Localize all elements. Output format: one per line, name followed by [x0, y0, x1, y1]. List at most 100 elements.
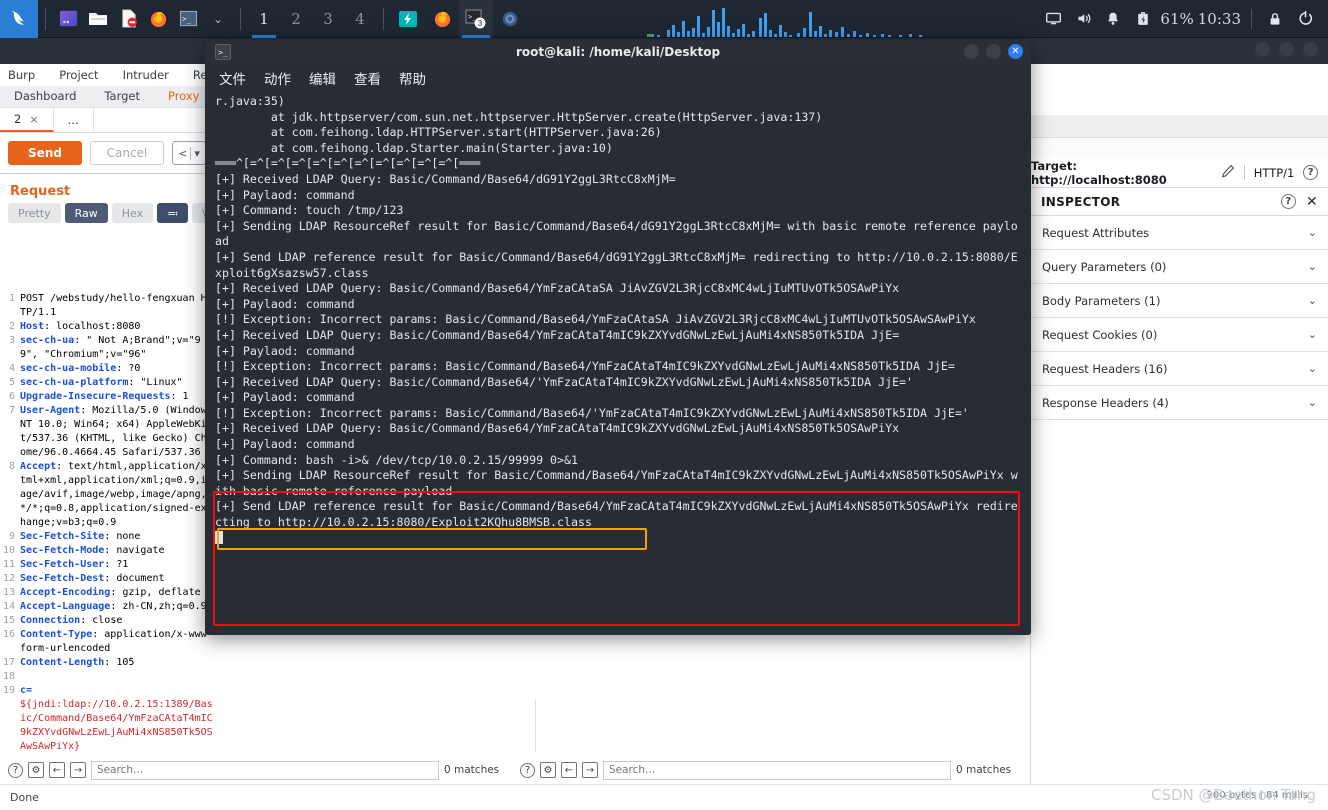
- wordwrap-toggle-icon[interactable]: ≕: [157, 203, 189, 223]
- chevron-down-icon[interactable]: ⌄: [1308, 226, 1317, 239]
- inspector-target-divider: [1243, 165, 1245, 180]
- chevron-down-icon[interactable]: ⌄: [1308, 396, 1317, 409]
- tab-target[interactable]: Target: [90, 86, 154, 107]
- send-button[interactable]: Send: [8, 141, 82, 165]
- inspector-row-body-parameters[interactable]: Body Parameters (1) ⌄: [1031, 284, 1328, 318]
- tab-raw[interactable]: Raw: [64, 203, 108, 223]
- search-input[interactable]: [603, 760, 951, 780]
- terminal-line: [+] Received LDAP Query: Basic/Command/B…: [215, 281, 900, 296]
- tab-hex[interactable]: Hex: [111, 203, 154, 223]
- line-text: Accept: text/html,application/xhtml+xml,…: [20, 461, 213, 528]
- launcher-file-manager-icon[interactable]: [83, 0, 113, 38]
- terminal-menu-view[interactable]: 查看: [354, 68, 381, 88]
- chevron-down-icon[interactable]: ⌄: [1308, 294, 1317, 307]
- workspace-4[interactable]: 4: [344, 0, 376, 38]
- workspace-1[interactable]: 1: [248, 0, 280, 38]
- request-line: 1 POST /webstudy/hello-fengxuan HTTP/1.1: [0, 292, 215, 320]
- clock[interactable]: 10:33: [1196, 10, 1243, 28]
- terminal-menu-file[interactable]: 文件: [219, 68, 246, 88]
- request-raw-text[interactable]: 1 POST /webstudy/hello-fengxuan HTTP/1.1 2…: [0, 292, 215, 752]
- inspector-close-icon[interactable]: ✕: [1306, 194, 1318, 210]
- request-line: 18: [0, 670, 215, 684]
- lock-icon[interactable]: [1260, 0, 1290, 38]
- request-line: 3 sec-ch-ua: " Not A;Brand";v="99", "Chro…: [0, 334, 215, 362]
- kali-menu-button[interactable]: [0, 0, 38, 38]
- taskbar: ▪▪ >_ ⌄ 1 2 3 4 >_ 3 61% 10:33: [0, 0, 1328, 38]
- pencil-icon[interactable]: [1221, 164, 1235, 181]
- task-burp-suite[interactable]: [391, 0, 425, 38]
- request-line: 8 Accept: text/html,application/xhtml+xml…: [0, 460, 215, 530]
- task-other-app[interactable]: [493, 0, 527, 38]
- terminal-minimize-button[interactable]: [964, 44, 979, 59]
- bell-icon[interactable]: [1098, 0, 1128, 38]
- task-terminal[interactable]: >_ 3: [459, 0, 493, 38]
- burp-minimize-button[interactable]: [1255, 42, 1270, 57]
- terminal-window[interactable]: >_ root@kali: /home/kali/Desktop ✕ 文件 动作…: [205, 40, 1031, 635]
- header-name: Accept-Language: [20, 601, 111, 612]
- terminal-close-button[interactable]: ✕: [1008, 44, 1023, 59]
- launcher-dropdown-chevron-icon[interactable]: ⌄: [203, 0, 233, 38]
- inspector-top-spacer: [1031, 64, 1328, 116]
- terminal-menu-edit[interactable]: 编辑: [309, 68, 336, 88]
- cancel-button[interactable]: Cancel: [90, 141, 164, 165]
- help-icon[interactable]: ?: [1303, 165, 1318, 180]
- workspace-3[interactable]: 3: [312, 0, 344, 38]
- help-icon[interactable]: ?: [8, 762, 23, 778]
- repeater-tab-new[interactable]: ...: [54, 108, 94, 132]
- terminal-title: root@kali: /home/kali/Desktop: [515, 45, 721, 59]
- inspector-row-request-headers[interactable]: Request Headers (16) ⌄: [1031, 352, 1328, 386]
- menu-intruder[interactable]: Intruder: [123, 68, 169, 82]
- tab-pretty[interactable]: Pretty: [8, 203, 61, 223]
- chevron-down-icon[interactable]: ⌄: [1308, 260, 1317, 273]
- launcher-firefox-icon[interactable]: [143, 0, 173, 38]
- launcher-terminal-emulator-icon[interactable]: ▪▪: [53, 0, 83, 38]
- launcher-text-editor-icon[interactable]: [113, 0, 143, 38]
- chevron-down-icon[interactable]: ⌄: [1308, 328, 1317, 341]
- gear-icon[interactable]: ⚙: [28, 762, 44, 778]
- battery-charging-icon[interactable]: [1128, 0, 1158, 38]
- inspector-row-request-cookies[interactable]: Request Cookies (0) ⌄: [1031, 318, 1328, 352]
- line-number: 1: [8, 293, 15, 304]
- help-icon[interactable]: ?: [1280, 194, 1296, 209]
- inspector-row-query-parameters[interactable]: Query Parameters (0) ⌄: [1031, 250, 1328, 284]
- display-icon[interactable]: [1038, 0, 1068, 38]
- line-number: 3: [8, 335, 15, 346]
- terminal-maximize-button[interactable]: [986, 44, 1001, 59]
- repeater-tab-2[interactable]: 2 ×: [0, 108, 54, 132]
- terminal-line: [+] Paylaod: command: [215, 296, 355, 311]
- line-text: sec-ch-ua-mobile: ?0: [20, 363, 141, 374]
- terminal-output[interactable]: r.java:35) at jdk.httpserver/com.sun.net…: [205, 92, 1031, 635]
- task-firefox[interactable]: [425, 0, 459, 38]
- terminal-menu-actions[interactable]: 动作: [264, 68, 291, 88]
- svg-text:▪▪: ▪▪: [62, 19, 69, 25]
- line-text: Accept-Encoding: gzip, deflate: [20, 587, 201, 598]
- terminal-menu-bar: 文件 动作 编辑 查看 帮助: [205, 64, 1031, 92]
- line-text: User-Agent: Mozilla/5.0 (Windows NT 10.0…: [20, 405, 213, 458]
- search-next-icon[interactable]: →: [582, 762, 598, 778]
- history-nav-button[interactable]: < ▾: [172, 141, 206, 165]
- inspector-row-response-headers[interactable]: Response Headers (4) ⌄: [1031, 386, 1328, 420]
- close-icon[interactable]: ×: [29, 113, 38, 126]
- search-next-icon[interactable]: →: [70, 762, 86, 778]
- help-icon[interactable]: ?: [520, 762, 535, 778]
- gear-icon[interactable]: ⚙: [540, 762, 556, 778]
- search-input[interactable]: [91, 760, 439, 780]
- terminal-menu-help[interactable]: 帮助: [399, 68, 426, 88]
- search-prev-icon[interactable]: ←: [561, 762, 577, 778]
- burp-close-button[interactable]: [1303, 42, 1318, 57]
- menu-burp[interactable]: Burp: [8, 68, 35, 82]
- chevron-down-icon[interactable]: ⌄: [1308, 362, 1317, 375]
- http-version-label: HTTP/1: [1253, 165, 1295, 180]
- workspace-2[interactable]: 2: [280, 0, 312, 38]
- search-prev-icon[interactable]: ←: [49, 762, 65, 778]
- inspector-row-request-attributes[interactable]: Request Attributes ⌄: [1031, 216, 1328, 250]
- burp-maximize-button[interactable]: [1279, 42, 1294, 57]
- menu-project[interactable]: Project: [59, 68, 98, 82]
- launcher-root-terminal-icon[interactable]: >_: [173, 0, 203, 38]
- logout-icon[interactable]: [1290, 0, 1320, 38]
- search-matches-count: 0 matches: [444, 764, 500, 776]
- terminal-line: [!] Exception: Incorrect params: Basic/C…: [215, 312, 976, 327]
- tab-dashboard[interactable]: Dashboard: [0, 86, 90, 107]
- request-editor[interactable]: 1 POST /webstudy/hello-fengxuan HTTP/1.1 2…: [0, 292, 215, 752]
- volume-icon[interactable]: [1068, 0, 1098, 38]
